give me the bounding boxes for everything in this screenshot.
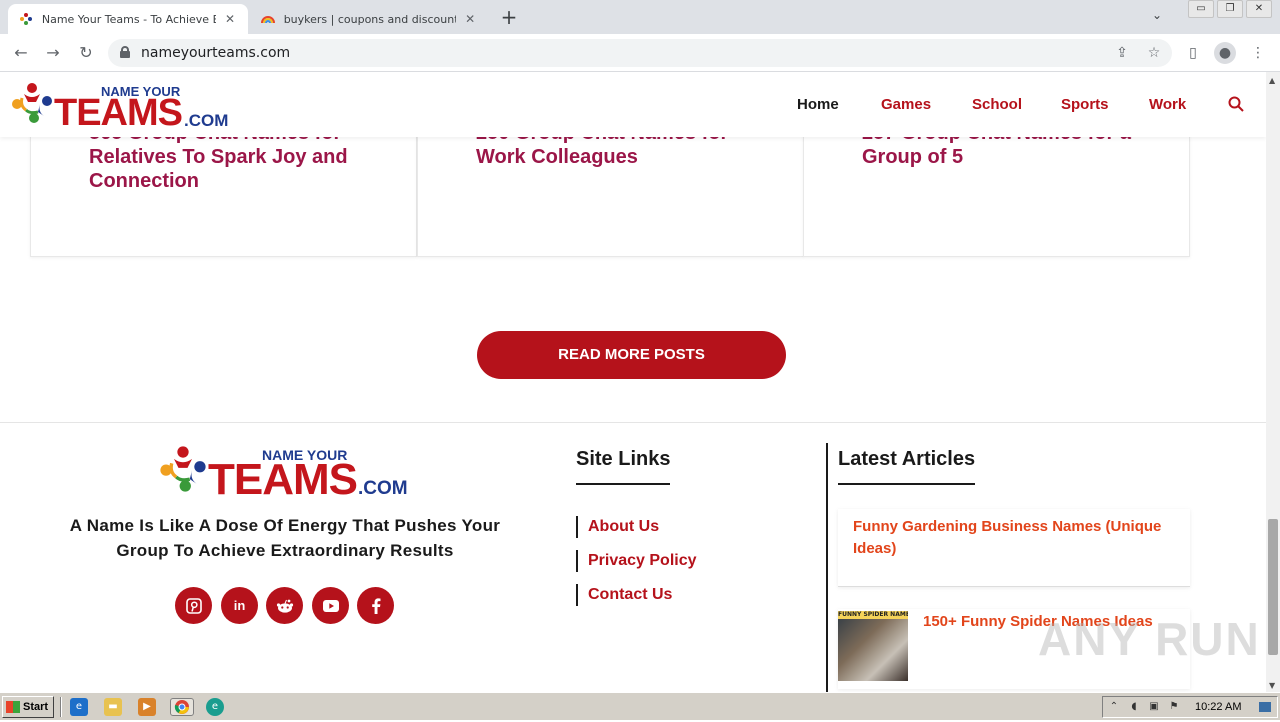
nav-work[interactable]: Work [1149,96,1186,113]
start-button[interactable]: Start [2,696,54,718]
article-title[interactable]: Funny Gardening Business Names (Unique I… [853,516,1183,560]
read-more-posts-button[interactable]: READ MORE POSTS [477,331,786,379]
show-desktop-icon[interactable] [1259,702,1271,712]
close-tab-icon[interactable]: ✕ [462,12,478,26]
footer-link-about[interactable]: About Us [576,516,659,538]
scroll-up-arrow-icon[interactable]: ▲ [1269,76,1275,85]
windows-flag-icon [6,701,20,713]
thumbnail-caption: FUNNY SPIDER NAMES IDEAS [838,611,908,619]
reddit-icon[interactable] [266,587,303,624]
tray-expand-icon[interactable]: ⌃ [1107,700,1121,714]
taskbar-clock[interactable]: 10:22 AM [1195,701,1241,713]
site-logo[interactable]: NAME YOUR TEAMS .COM [10,80,229,134]
ie-icon[interactable]: e [70,698,88,716]
logo-people-icon [158,443,208,499]
edge-icon[interactable]: e [206,698,224,716]
logo-com-text: .COM [184,111,229,130]
nav-games[interactable]: Games [881,96,931,113]
volume-icon[interactable]: ◖ [1127,700,1141,714]
profile-avatar-icon[interactable]: ● [1214,42,1236,64]
scrollbar-thumb[interactable] [1268,519,1278,655]
address-bar[interactable]: nameyourteams.com ⇪ ☆ [108,39,1172,67]
site-links-heading: Site Links [576,448,671,485]
side-panel-icon[interactable]: ▯ [1182,42,1204,64]
facebook-icon[interactable] [357,587,394,624]
browser-tab[interactable]: buykers | coupons and discount codes ✕ [250,4,488,34]
logo-people-icon [10,80,54,130]
search-icon[interactable] [1228,96,1244,112]
footer-divider [826,443,828,692]
logo-big-text: TEAMS [208,455,358,504]
footer-link-privacy[interactable]: Privacy Policy [576,550,697,572]
network-icon[interactable]: ▣ [1147,700,1161,714]
tab-search-chevron-icon[interactable]: ⌄ [1152,8,1162,22]
system-tray: ⌃ ◖ ▣ ⚑ 10:22 AM [1102,696,1278,718]
site-header: NAME YOUR TEAMS .COM Home Games School S… [0,72,1266,137]
browser-tab-strip: Name Your Teams - To Achieve Extraordina… [0,0,1280,34]
minimize-button[interactable]: ▭ [1188,0,1214,18]
page-viewport: 365 Group Chat Names for Relatives To Sp… [0,72,1266,692]
close-window-button[interactable]: ✕ [1246,0,1272,18]
logo-big-text: TEAMS [54,92,183,134]
tab-title: buykers | coupons and discount codes [283,12,457,26]
nav-sports[interactable]: Sports [1061,96,1109,113]
article-thumbnail[interactable]: FUNNY SPIDER NAMES IDEAS [838,611,908,681]
reload-icon[interactable]: ↻ [75,42,97,64]
linkedin-icon[interactable]: in [221,587,258,624]
new-tab-button[interactable]: + [498,6,520,28]
latest-article-item[interactable]: Funny Gardening Business Names (Unique I… [838,509,1190,587]
latest-articles-heading: Latest Articles [838,448,976,485]
nav-school[interactable]: School [972,96,1022,113]
scroll-down-arrow-icon[interactable]: ▼ [1269,681,1275,690]
page-scrollbar[interactable]: ▲ ▼ [1266,72,1280,692]
footer-logo[interactable]: NAME YOUR TEAMS .COM [158,443,408,504]
chrome-taskbar-icon[interactable] [170,698,194,716]
lock-icon[interactable] [120,46,130,58]
browser-toolbar: ← → ↻ nameyourteams.com ⇪ ☆ ▯ ● ⋮ [0,34,1280,72]
bookmark-star-icon[interactable]: ☆ [1144,43,1164,63]
close-tab-icon[interactable]: ✕ [222,12,238,26]
folder-icon[interactable]: ▬ [104,698,122,716]
forward-arrow-icon[interactable]: → [42,42,64,64]
anyrun-watermark: ANY RUN [1038,613,1261,665]
share-icon[interactable]: ⇪ [1112,43,1132,63]
logo-com-text: .COM [358,478,408,499]
footer-tagline: A Name Is Like A Dose Of Energy That Pus… [69,516,501,560]
back-arrow-icon[interactable]: ← [10,42,32,64]
youtube-icon[interactable] [312,587,349,624]
site-favicon-icon [18,11,34,27]
more-menu-icon[interactable]: ⋮ [1247,42,1269,64]
browser-tab-active[interactable]: Name Your Teams - To Achieve Extraordina… [8,4,248,34]
pinterest-icon[interactable] [175,587,212,624]
rainbow-favicon-icon [260,11,276,27]
footer-link-contact[interactable]: Contact Us [576,584,672,606]
action-center-flag-icon[interactable]: ⚑ [1167,700,1181,714]
restore-button[interactable]: ❐ [1217,0,1243,18]
windows-taskbar: Start e ▬ ▶ e ⌃ ◖ ▣ ⚑ 10:22 AM [0,692,1280,720]
url-text[interactable]: nameyourteams.com [141,45,290,61]
nav-home[interactable]: Home [797,96,839,113]
media-player-icon[interactable]: ▶ [138,698,156,716]
tab-title: Name Your Teams - To Achieve Extraordina… [41,12,217,26]
